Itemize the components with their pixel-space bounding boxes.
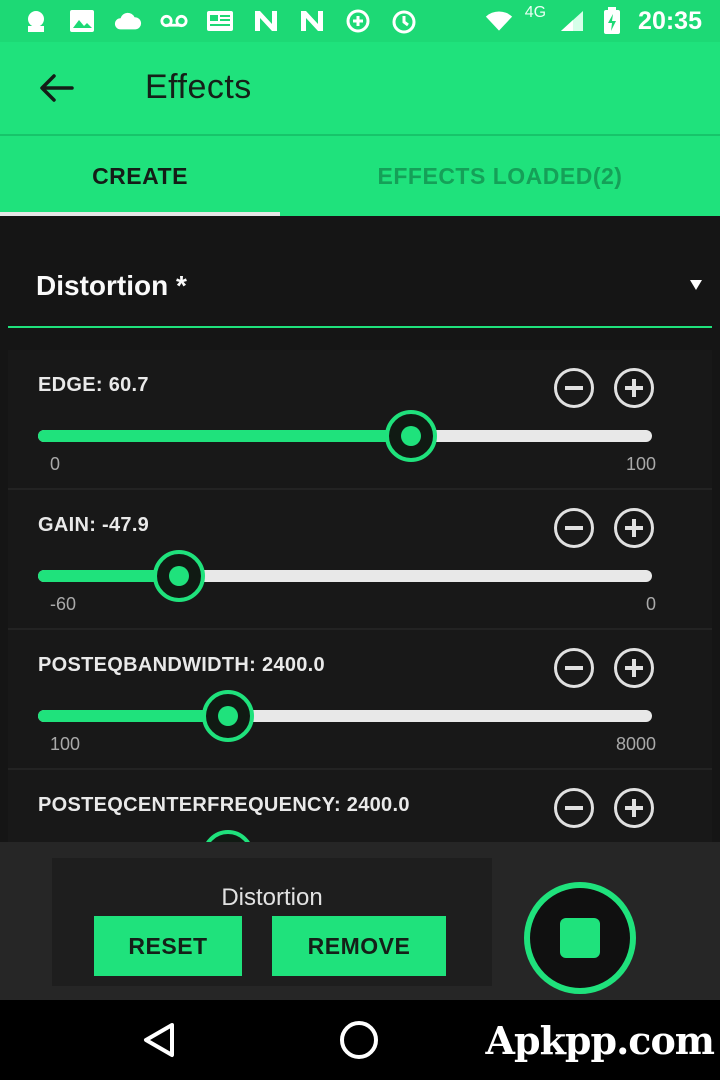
slider-thumb[interactable] [202, 830, 255, 842]
param-label: POSTEQBANDWIDTH: 2400.0 [38, 654, 325, 676]
param-slider[interactable] [38, 550, 652, 602]
watermark-text: Apkpp.com [485, 1018, 715, 1063]
remove-button[interactable]: REMOVE [272, 916, 446, 976]
range-max-label: 0 [645, 594, 656, 614]
slider-fill [38, 710, 229, 722]
increase-button[interactable] [614, 648, 654, 688]
news-card-icon [206, 8, 234, 34]
decrease-button[interactable] [554, 508, 594, 548]
tab-indicator [0, 212, 280, 216]
tab-create[interactable]: CREATE [0, 136, 280, 216]
cell-signal-icon [558, 8, 586, 34]
increase-button[interactable] [614, 368, 654, 408]
parameter-list[interactable]: EDGE: 60.7 0 100 GAIN: -47.9 -60 0 POSTE… [8, 350, 712, 842]
network-type-label: 4G [524, 4, 547, 21]
stop-button[interactable] [524, 882, 636, 994]
param-edge: EDGE: 60.7 0 100 [8, 350, 712, 490]
nav-back-icon[interactable] [140, 1020, 180, 1060]
back-button[interactable] [30, 66, 82, 110]
param-label: EDGE: 60.7 [38, 374, 149, 396]
decrease-button[interactable] [554, 788, 594, 828]
slider-thumb[interactable] [202, 690, 255, 742]
clock-time: 20:35 [638, 6, 702, 35]
current-effect-card: Distortion RESET REMOVE [52, 858, 492, 986]
effect-dropdown-value: Distortion * [36, 270, 187, 301]
dropdown-arrow-icon [690, 280, 702, 290]
n-app-icon [252, 8, 280, 34]
system-nav-bar: Apkpp.com [0, 1000, 720, 1080]
slider-thumb[interactable] [153, 550, 206, 602]
param-slider[interactable] [38, 410, 652, 462]
increase-button[interactable] [614, 508, 654, 548]
param-posteq-bandwidth: POSTEQBANDWIDTH: 2400.0 100 8000 [8, 630, 712, 770]
range-min-label: 0 [50, 454, 61, 474]
param-label: GAIN: -47.9 [38, 514, 150, 536]
cloud-icon [114, 8, 142, 34]
range-min-label: 100 [50, 734, 81, 754]
decrease-button[interactable] [554, 368, 594, 408]
effect-dropdown[interactable]: Distortion * [8, 244, 712, 328]
app-bar: Effects [0, 42, 720, 134]
wifi-icon [485, 8, 513, 34]
current-effect-name: Distortion [221, 884, 323, 911]
page-title: Effects [145, 68, 252, 106]
param-gain: GAIN: -47.9 -60 0 [8, 490, 712, 630]
slider-thumb[interactable] [384, 410, 437, 462]
news-app-icon [22, 8, 50, 34]
nav-home-icon[interactable] [340, 1021, 378, 1059]
arrow-left-icon [40, 74, 74, 102]
battery-charging-icon [598, 7, 626, 34]
reset-button[interactable]: RESET [94, 916, 242, 976]
data-saver-icon [344, 8, 372, 34]
gallery-icon [68, 8, 96, 34]
range-min-label: -60 [50, 594, 77, 614]
range-max-label: 100 [625, 454, 656, 474]
range-max-label: 8000 [615, 734, 656, 754]
increase-button[interactable] [614, 788, 654, 828]
status-bar: 4G 20:35 [0, 0, 720, 42]
bottom-panel: Distortion RESET REMOVE [0, 842, 720, 1000]
alarm-icon [390, 8, 418, 34]
tab-bar: CREATE EFFECTS LOADED(2) [0, 134, 720, 216]
param-slider[interactable] [38, 690, 652, 742]
slider-fill [38, 430, 411, 442]
n-app-icon-2 [298, 8, 326, 34]
param-label: POSTEQCENTERFREQUENCY: 2400.0 [38, 794, 410, 816]
param-posteq-center-frequency: POSTEQCENTERFREQUENCY: 2400.0 [8, 770, 712, 842]
decrease-button[interactable] [554, 648, 594, 688]
voicemail-icon [160, 8, 188, 34]
tab-effects-loaded[interactable]: EFFECTS LOADED(2) [280, 136, 720, 216]
